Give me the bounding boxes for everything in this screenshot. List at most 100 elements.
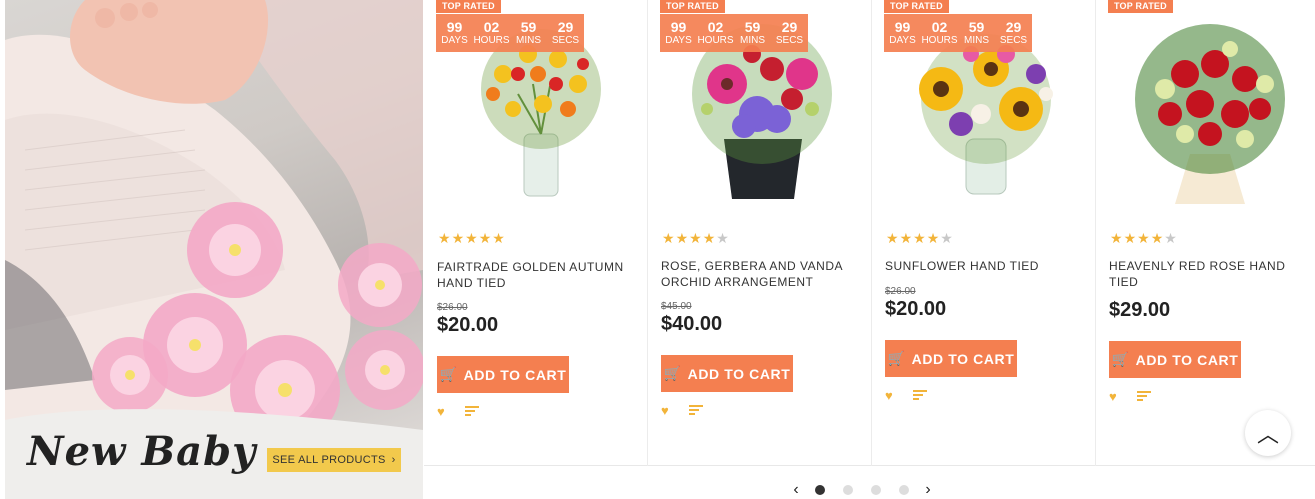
timer-hours: 02 HOURS — [697, 14, 734, 52]
timer-value: 59 — [744, 19, 761, 35]
product-actions: ♥ — [661, 403, 703, 418]
product-name[interactable]: ROSE, GERBERA AND VANDA ORCHID ARRANGEME… — [661, 258, 861, 290]
star-full-icon: ★ — [1123, 230, 1137, 246]
banner-title: New Baby — [27, 428, 257, 475]
product-actions: ♥ — [1109, 389, 1151, 404]
timer-value: 29 — [557, 19, 574, 35]
product-actions: ♥ — [885, 388, 927, 403]
timer-unit: MINS — [964, 35, 989, 46]
star-half-icon: ★ — [702, 230, 716, 246]
product-image[interactable] — [1110, 14, 1306, 204]
timer-days: 99 DAYS — [884, 14, 921, 52]
compare-icon[interactable] — [464, 404, 479, 419]
wishlist-heart-icon[interactable]: ♥ — [437, 404, 445, 419]
star-full-icon: ★ — [438, 230, 451, 246]
star-full-icon: ★ — [675, 230, 689, 246]
old-price: $45.00 — [661, 301, 692, 312]
add-to-cart-label: ADD TO CART — [687, 365, 791, 382]
chevron-right-icon: › — [391, 454, 396, 466]
star-full-icon: ★ — [451, 230, 465, 246]
timer-days: 99 DAYS — [436, 14, 473, 52]
product-name[interactable]: FAIRTRADE GOLDEN AUTUMN HAND TIED — [437, 259, 637, 291]
add-to-cart-label: ADD TO CART — [1135, 351, 1239, 368]
star-half-icon: ★ — [492, 230, 505, 246]
rating-stars: ★ ★ ★ ★ ★ — [1110, 230, 1177, 247]
timer-value: 02 — [483, 19, 500, 35]
cart-icon: 🛒 — [1111, 351, 1130, 367]
timer-days: 99 DAYS — [660, 14, 697, 52]
timer-value: 59 — [520, 19, 537, 35]
timer-unit: SECS — [775, 35, 804, 46]
star-empty-icon: ★ — [1164, 230, 1177, 246]
timer-unit: DAYS — [441, 35, 468, 46]
timer-secs: 29 SECS — [771, 14, 808, 52]
product-card[interactable]: TOP RATED 99 DAYS 02 HOURS 59 MINS 29 SECS ★… — [424, 0, 648, 466]
old-price: $26.00 — [885, 286, 916, 297]
pager-dot-2[interactable] — [843, 484, 853, 495]
wishlist-heart-icon[interactable]: ♥ — [1109, 389, 1117, 404]
price: $29.00 — [1109, 299, 1171, 321]
countdown-timer: 99 DAYS 02 HOURS 59 MINS 29 SECS — [436, 14, 584, 52]
add-to-cart-button[interactable]: 🛒 ADD TO CART — [885, 340, 1017, 377]
product-card[interactable]: TOP RATED 99 DAYS 02 HOURS 59 MINS 29 SECS ★… — [872, 0, 1096, 466]
wishlist-heart-icon[interactable]: ♥ — [885, 388, 893, 403]
compare-icon[interactable] — [688, 403, 703, 418]
timer-unit: HOURS — [473, 35, 510, 46]
baby-flowers-image — [5, 0, 423, 499]
timer-mins: 59 MINS — [734, 14, 771, 52]
page: New Baby SEE ALL PRODUCTS › TOP RATED 99… — [0, 0, 1315, 499]
timer-unit: DAYS — [889, 35, 916, 46]
star-full-icon: ★ — [913, 230, 926, 246]
price: $40.00 — [661, 313, 723, 335]
cart-icon: 🛒 — [663, 365, 682, 381]
rating-stars: ★ ★ ★ ★ ★ — [886, 230, 953, 247]
add-to-cart-button[interactable]: 🛒 ADD TO CART — [661, 355, 793, 392]
add-to-cart-button[interactable]: 🛒 ADD TO CART — [437, 356, 569, 393]
product-card[interactable]: TOP RATED ★ ★ ★ ★ ★ HEAVENLY RED ROSE HAND T… — [1096, 0, 1315, 466]
pager-dot-4[interactable] — [899, 484, 909, 495]
star-half-icon: ★ — [926, 230, 940, 246]
product-name[interactable]: SUNFLOWER HAND TIED — [885, 258, 1085, 274]
wishlist-heart-icon[interactable]: ♥ — [661, 403, 669, 418]
pager-dot-1[interactable] — [815, 484, 825, 495]
product-actions: ♥ — [437, 404, 479, 419]
price: $20.00 — [885, 298, 947, 320]
star-full-icon: ★ — [478, 230, 492, 246]
compare-icon[interactable] — [912, 388, 927, 403]
countdown-timer: 99 DAYS 02 HOURS 59 MINS 29 SECS — [884, 14, 1032, 52]
timer-unit: HOURS — [921, 35, 958, 46]
timer-value: 99 — [446, 19, 463, 35]
compare-icon[interactable] — [1136, 389, 1151, 404]
timer-value: 29 — [1005, 19, 1022, 35]
product-carousel: TOP RATED 99 DAYS 02 HOURS 59 MINS 29 SECS ★… — [424, 0, 1315, 466]
star-empty-icon: ★ — [940, 230, 953, 246]
product-card[interactable]: TOP RATED 99 DAYS 02 HOURS 59 MINS 29 SECS ★… — [648, 0, 872, 466]
timer-value: 29 — [781, 19, 798, 35]
timer-unit: SECS — [551, 35, 580, 46]
add-to-cart-button[interactable]: 🛒 ADD TO CART — [1109, 341, 1241, 378]
prev-arrow-icon[interactable]: ‹ — [786, 481, 806, 499]
timer-hours: 02 HOURS — [921, 14, 958, 52]
next-arrow-icon[interactable]: › — [918, 481, 938, 499]
timer-unit: MINS — [740, 35, 765, 46]
timer-value: 02 — [707, 19, 724, 35]
timer-value: 99 — [894, 19, 911, 35]
add-to-cart-label: ADD TO CART — [911, 350, 1015, 367]
star-full-icon: ★ — [465, 230, 478, 246]
timer-secs: 29 SECS — [995, 14, 1032, 52]
timer-unit: MINS — [516, 35, 541, 46]
cart-icon: 🛒 — [439, 366, 458, 382]
timer-mins: 59 MINS — [958, 14, 995, 52]
see-all-products-button[interactable]: SEE ALL PRODUCTS › — [267, 448, 401, 472]
new-baby-banner[interactable]: New Baby SEE ALL PRODUCTS › — [5, 0, 423, 499]
star-empty-icon: ★ — [716, 230, 729, 246]
scroll-to-top-button[interactable]: ︿ — [1245, 410, 1291, 456]
star-half-icon: ★ — [1150, 230, 1164, 246]
rating-stars: ★ ★ ★ ★ ★ — [662, 230, 729, 247]
carousel-pager: ‹ › — [786, 480, 956, 499]
cart-icon: 🛒 — [887, 350, 906, 366]
product-name[interactable]: HEAVENLY RED ROSE HAND TIED — [1109, 258, 1309, 290]
pager-dot-3[interactable] — [871, 484, 881, 495]
star-full-icon: ★ — [886, 230, 899, 246]
add-to-cart-label: ADD TO CART — [463, 366, 567, 383]
